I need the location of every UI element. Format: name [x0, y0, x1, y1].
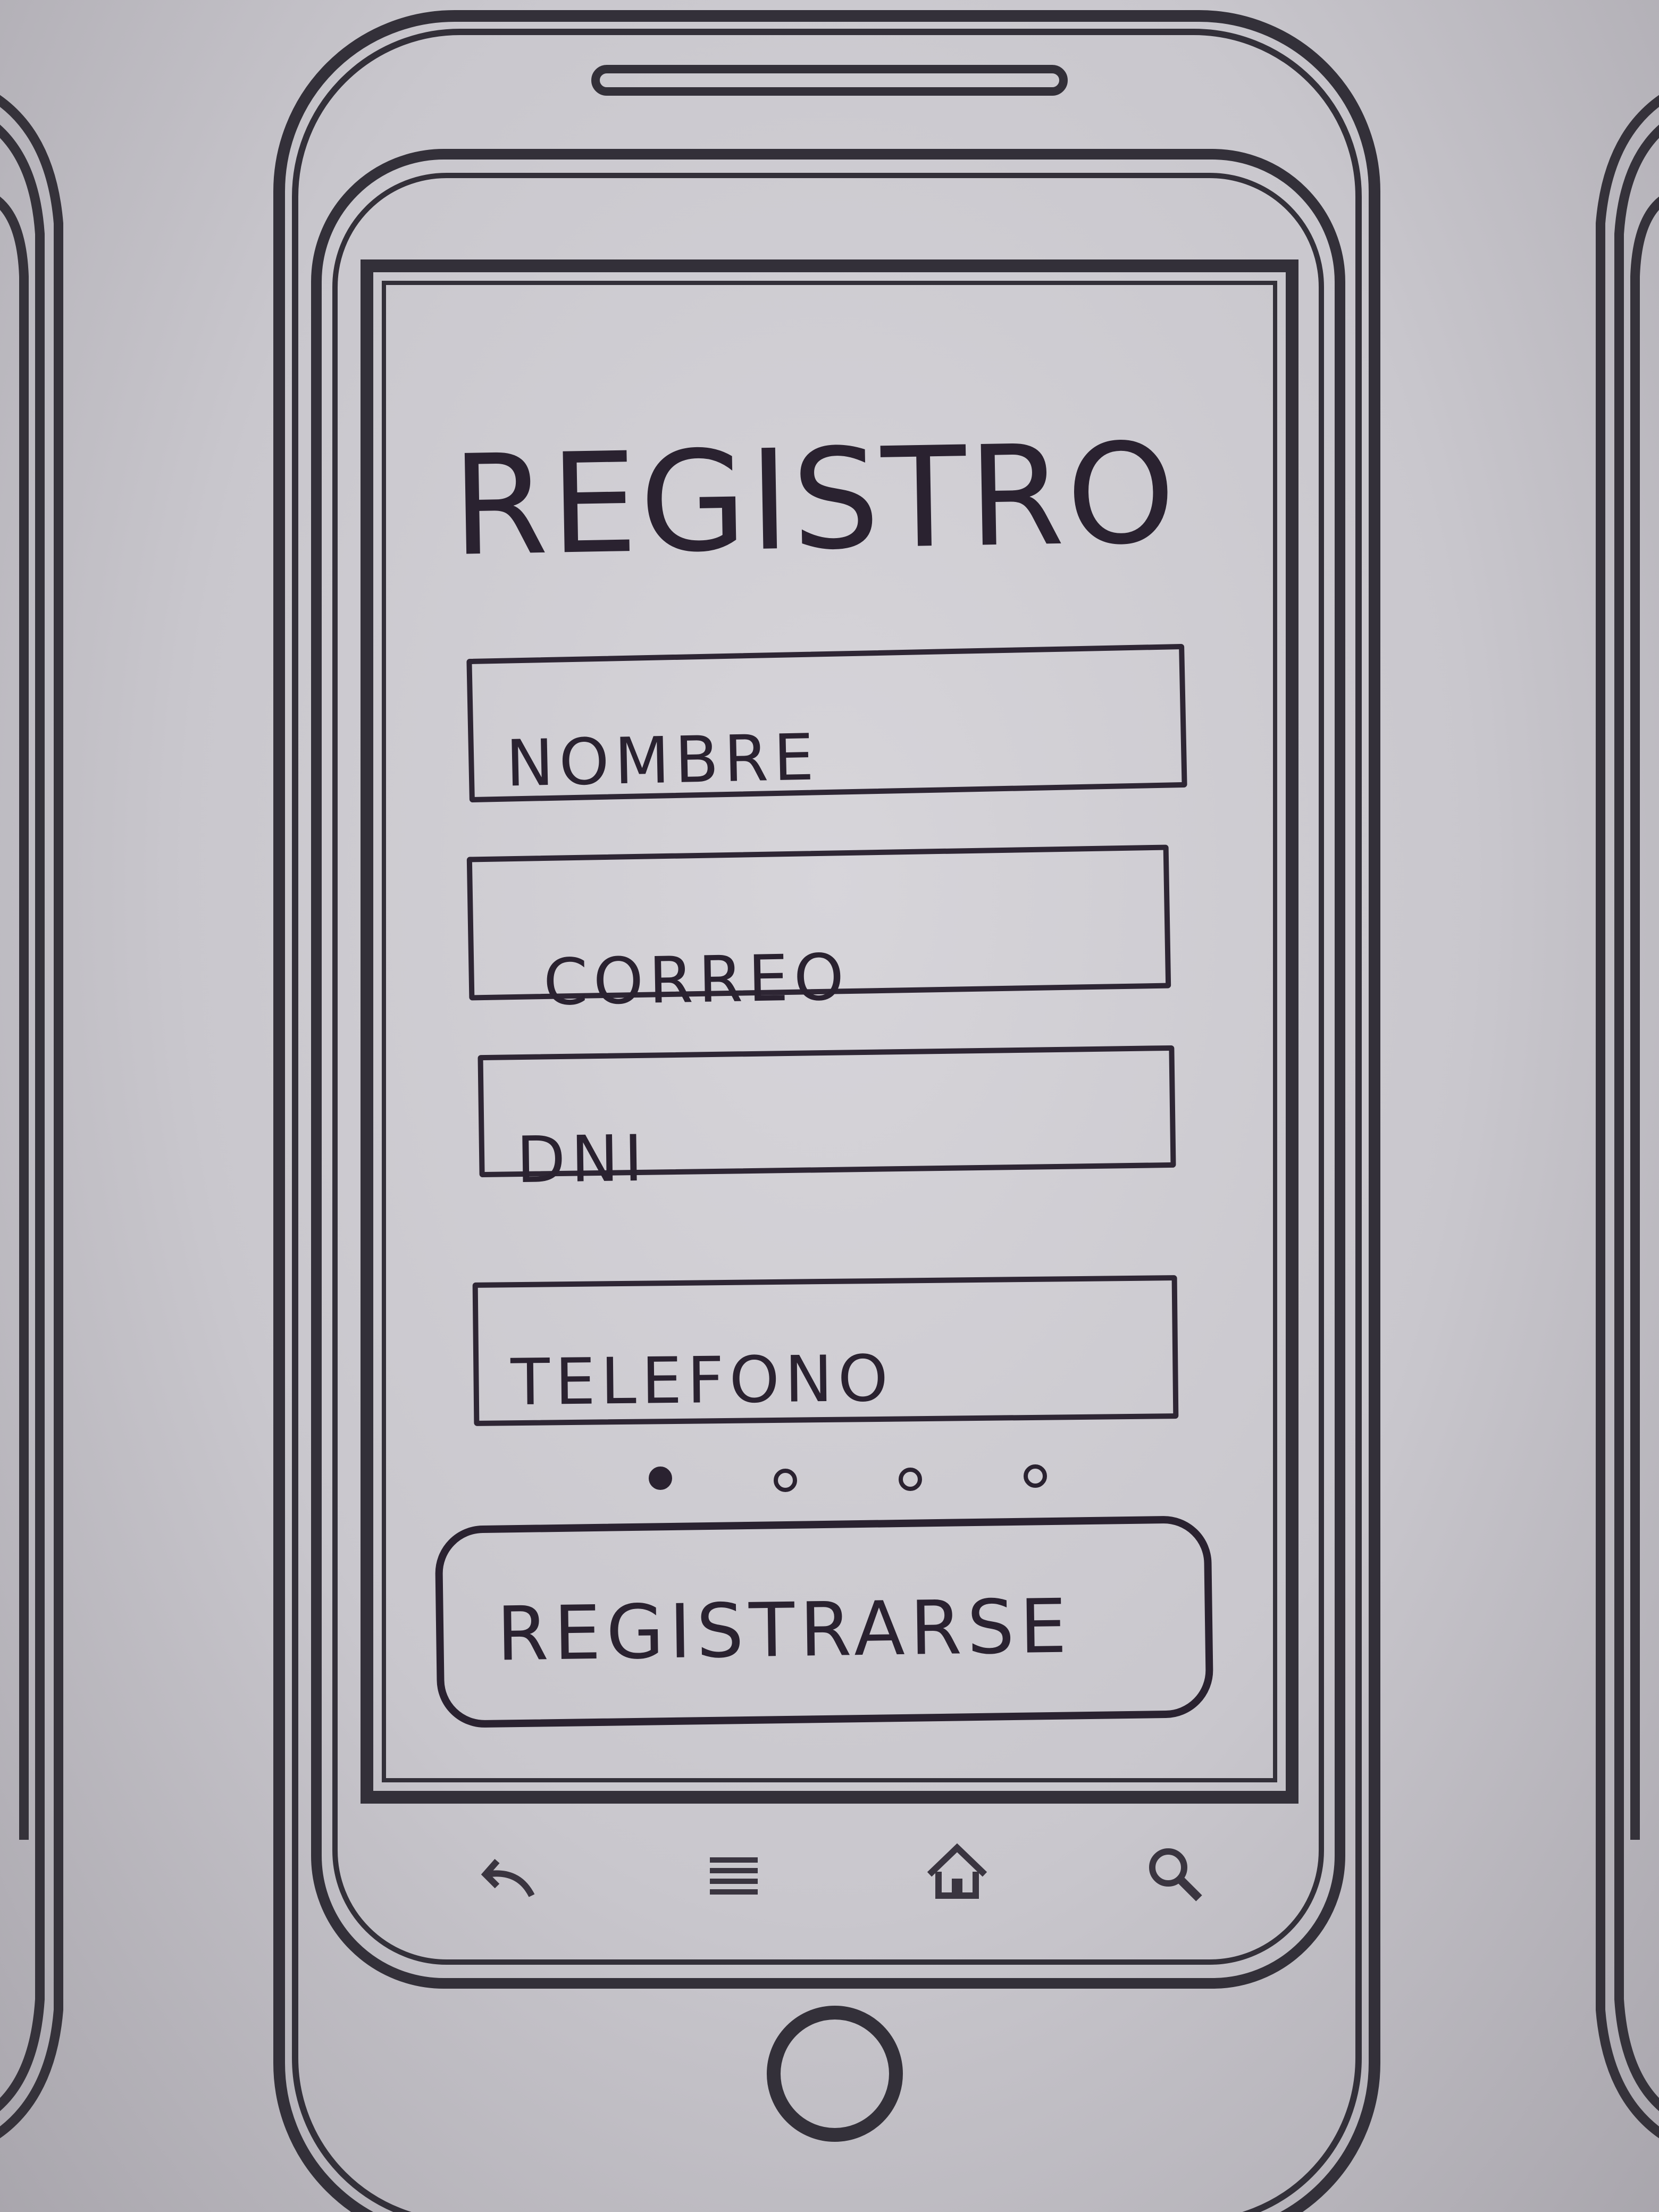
email-field[interactable]: CORREO: [466, 844, 1171, 1020]
menu-icon[interactable]: [702, 1845, 766, 1909]
menu-icon-glyph: [710, 1857, 758, 1895]
page-title: REGISTRO: [450, 414, 1179, 587]
pager-dot-2[interactable]: [774, 1469, 797, 1492]
back-icon[interactable]: [479, 1845, 542, 1909]
email-field-placeholder: CORREO: [542, 941, 850, 1020]
register-button-label: REGISTRARSE: [496, 1583, 1073, 1678]
dni-field[interactable]: DNI: [477, 1045, 1176, 1197]
pager-dots: [649, 1462, 1063, 1499]
pager-dot-1[interactable]: [649, 1467, 672, 1490]
register-button[interactable]: REGISTRARSE: [434, 1515, 1214, 1729]
home-icon[interactable]: [925, 1840, 989, 1904]
pager-dot-4[interactable]: [1024, 1464, 1047, 1488]
name-field-placeholder: NOMBRE: [505, 720, 820, 801]
left-phone-outline: [0, 95, 63, 2139]
soft-navbar: [457, 1840, 1212, 1920]
dni-field-placeholder: DNI: [516, 1121, 649, 1198]
search-icon[interactable]: [1143, 1842, 1207, 1906]
back-icon-glyph: [481, 1859, 535, 1897]
phone-field[interactable]: TELEFONO: [472, 1275, 1179, 1426]
home-icon-glyph: [927, 1843, 987, 1899]
search-icon-glyph: [1149, 1848, 1202, 1901]
phone-field-placeholder: TELEFONO: [510, 1342, 894, 1420]
name-field[interactable]: NOMBRE: [466, 643, 1187, 803]
pager-dot-3[interactable]: [899, 1468, 922, 1491]
right-phone-outline: [1596, 95, 1659, 2139]
